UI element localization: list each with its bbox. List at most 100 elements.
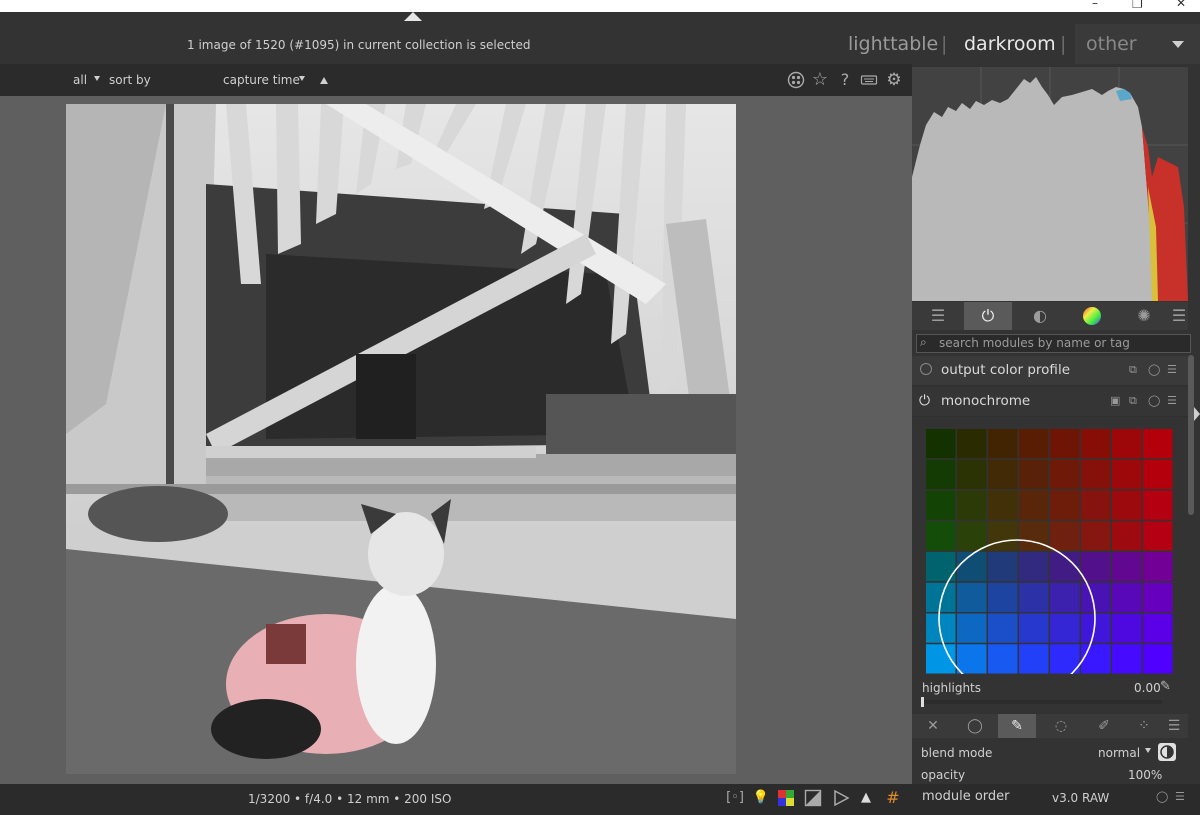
tab-active-modules-icon[interactable]: ⏻	[964, 302, 1012, 330]
monochrome-color-picker[interactable]	[925, 428, 1173, 697]
reset-icon[interactable]: ◯	[1148, 363, 1160, 376]
color-grid-cell	[957, 459, 987, 489]
view-separator: |	[941, 33, 948, 55]
chevron-down-icon[interactable]	[1145, 748, 1151, 753]
star-icon[interactable]: ☆	[811, 71, 829, 89]
color-assessment-icon[interactable]	[777, 789, 795, 807]
highlights-slider[interactable]	[922, 700, 1162, 704]
color-grid-cell	[926, 613, 956, 643]
color-grid-cell	[1050, 613, 1080, 643]
color-grid-cell	[1112, 582, 1142, 612]
module-name[interactable]: output color profile	[941, 362, 1070, 378]
tab-color-icon[interactable]	[1068, 302, 1116, 330]
color-grid-cell	[988, 459, 1018, 489]
color-grid-cell	[988, 521, 1018, 551]
blend-mode-dropdown[interactable]: normal	[1098, 746, 1140, 760]
help-icon[interactable]: ?	[836, 71, 854, 89]
color-grid-cell	[957, 521, 987, 551]
color-grid-cell	[988, 644, 1018, 674]
tab-base-icon[interactable]: ◐	[1016, 302, 1064, 330]
color-grid-cell	[1019, 613, 1049, 643]
exif-info: 1/3200 • f/4.0 • 12 mm • 200 ISO	[248, 792, 452, 806]
focus-peaking-icon[interactable]: [◦]	[726, 789, 744, 807]
gear-icon[interactable]: ⚙	[885, 71, 903, 89]
chevron-down-icon[interactable]	[1172, 41, 1184, 48]
color-grid-cell	[1081, 582, 1111, 612]
gamut-check-icon[interactable]	[832, 789, 850, 807]
color-grid-cell	[1050, 429, 1080, 459]
window-titlebar	[0, 0, 1200, 12]
color-grid-cell	[1112, 429, 1142, 459]
color-grid-cell	[1112, 490, 1142, 520]
color-grid-cell	[988, 613, 1018, 643]
sort-dropdown[interactable]: capture time	[223, 73, 300, 87]
module-power-icon[interactable]: ⏻	[919, 393, 930, 409]
top-panel-collapse-icon[interactable]	[404, 12, 422, 21]
view-other[interactable]: other	[1086, 33, 1137, 55]
blend-off-icon[interactable]: ✕	[914, 714, 952, 738]
color-grid-cell	[1081, 429, 1111, 459]
blend-uniform-icon[interactable]: ◯	[956, 714, 994, 738]
multi-instance-icon[interactable]: ⧉	[1129, 394, 1137, 408]
close-icon[interactable]: ✕	[1176, 0, 1186, 10]
lightbulb-icon[interactable]: 💡	[752, 789, 770, 807]
color-grid-cell	[1081, 459, 1111, 489]
color-grid-cell	[1143, 521, 1173, 551]
module-search-input[interactable]: search modules by name or tag	[916, 334, 1191, 353]
photo-preview[interactable]	[66, 104, 736, 774]
blend-menu-icon[interactable]: ☰	[1162, 714, 1186, 738]
histogram[interactable]	[912, 67, 1188, 301]
tab-quick-access-icon[interactable]: ☰	[914, 302, 962, 330]
opacity-value[interactable]: 100%	[1128, 768, 1162, 782]
presets-icon[interactable]: ☰	[1175, 790, 1185, 803]
color-grid-cell	[1143, 490, 1173, 520]
presets-icon[interactable]: ☰	[1167, 394, 1177, 407]
tab-effects-icon[interactable]: ✺	[1120, 302, 1168, 330]
panel-scrollbar[interactable]	[1188, 355, 1194, 515]
sort-order-icon[interactable]	[320, 77, 328, 84]
overexposed-warning-icon[interactable]: ▲	[857, 789, 875, 807]
color-grid-cell	[926, 521, 956, 551]
presets-icon[interactable]: ☰	[1167, 363, 1177, 376]
module-name[interactable]: monochrome	[941, 393, 1030, 409]
blend-parametric-icon[interactable]: ◌	[1042, 714, 1080, 738]
grouping-icon[interactable]	[787, 71, 805, 89]
right-panel-collapse-icon[interactable]	[1194, 407, 1200, 421]
presets-menu-icon[interactable]: ☰	[1170, 302, 1188, 330]
color-picker-icon[interactable]: ✎	[1160, 679, 1171, 694]
highlights-value[interactable]: 0.00	[1134, 681, 1161, 695]
mask-icon[interactable]: ▣	[1110, 394, 1120, 407]
color-grid-cell	[926, 490, 956, 520]
filter-dropdown[interactable]: all	[73, 73, 87, 87]
keyboard-icon[interactable]	[860, 71, 878, 89]
color-grid-cell	[1143, 429, 1173, 459]
color-grid-cell	[926, 459, 956, 489]
view-darkroom[interactable]: darkroom	[964, 33, 1056, 55]
module-disabled-icon[interactable]	[920, 363, 932, 375]
color-grid-cell	[1143, 459, 1173, 489]
softproof-icon[interactable]	[804, 789, 822, 807]
reset-icon[interactable]: ◯	[1156, 790, 1168, 803]
blend-drawn-parametric-icon[interactable]: ✐	[1085, 714, 1123, 738]
color-grid-cell	[1050, 582, 1080, 612]
sort-label: sort by	[109, 73, 151, 87]
minimize-icon[interactable]: –	[1092, 0, 1098, 10]
multi-instance-icon[interactable]: ⧉	[1129, 363, 1137, 377]
guides-icon[interactable]: #	[884, 789, 902, 807]
reset-icon[interactable]: ◯	[1148, 394, 1160, 407]
color-grid-cell	[957, 613, 987, 643]
color-grid-cell	[1143, 552, 1173, 582]
color-grid-cell	[1143, 582, 1173, 612]
color-grid-cell	[1019, 490, 1049, 520]
module-order-value[interactable]: v3.0 RAW	[1052, 791, 1109, 805]
view-lighttable[interactable]: lighttable	[848, 33, 938, 55]
chevron-down-icon[interactable]	[94, 76, 100, 81]
blend-raster-icon[interactable]: ⁘	[1125, 714, 1163, 738]
color-grid-cell	[926, 582, 956, 612]
blend-drawn-mask-icon[interactable]: ✎	[998, 714, 1036, 738]
color-grid-cell	[1081, 552, 1111, 582]
blend-polarity-toggle[interactable]	[1158, 743, 1176, 761]
restore-icon[interactable]: ❐	[1132, 0, 1143, 11]
chevron-down-icon[interactable]	[299, 76, 305, 81]
slider-handle[interactable]	[921, 697, 924, 707]
